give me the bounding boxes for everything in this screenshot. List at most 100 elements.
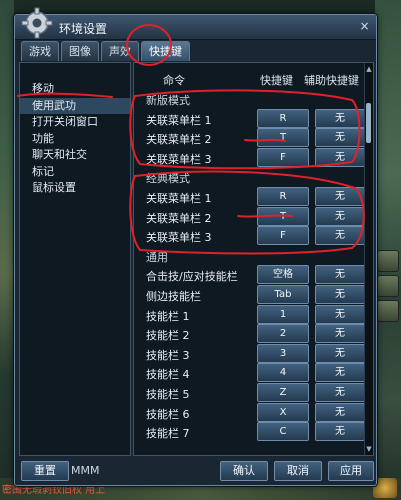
- game-side-icons: [377, 250, 399, 322]
- aux-hotkey-button[interactable]: 无: [315, 422, 365, 442]
- category-item-move[interactable]: 移动: [20, 81, 130, 98]
- hotkey-button[interactable]: R: [257, 108, 309, 128]
- aux-hotkey-button[interactable]: 无: [315, 187, 365, 206]
- hotkey-row: 技能栏 7 C无: [134, 422, 365, 442]
- section-label: 经典模式: [146, 172, 190, 186]
- hotkey-button[interactable]: 1: [257, 304, 309, 324]
- section-header: 经典模式: [134, 167, 363, 187]
- scrollbar-thumb[interactable]: [366, 103, 371, 143]
- close-icon[interactable]: ×: [357, 19, 372, 34]
- category-item-windows[interactable]: 打开关闭窗口: [20, 114, 130, 131]
- column-header-command: 命令: [163, 74, 185, 87]
- aux-hotkey-button[interactable]: 无: [315, 402, 365, 422]
- window-title: 环境设置: [59, 22, 108, 36]
- tab-bar: 游戏 图像 声效 快捷键: [21, 41, 190, 61]
- mmm-label: MMM: [71, 464, 100, 477]
- category-item-markers[interactable]: 标记: [20, 164, 130, 181]
- hotkey-button[interactable]: C: [257, 422, 309, 442]
- hotkey-row: 技能栏 6 X无: [134, 402, 365, 423]
- hotkey-button[interactable]: Tab: [257, 285, 309, 304]
- command-label: 关联菜单栏 2: [146, 133, 212, 147]
- category-item-skills[interactable]: 使用武功: [20, 97, 130, 114]
- aux-hotkey-button[interactable]: 无: [315, 363, 365, 383]
- command-label: 关联菜单栏 2: [146, 211, 212, 225]
- command-label: 技能栏 7: [146, 427, 190, 441]
- section-header: 通用: [134, 246, 363, 266]
- column-header-aux-hotkey: 辅助快捷键: [304, 74, 359, 87]
- reset-button[interactable]: 重置: [21, 461, 69, 481]
- scroll-down-icon[interactable]: ▼: [365, 445, 373, 453]
- category-list: 移动 使用武功 打开关闭窗口 功能 聊天和社交 标记 鼠标设置: [19, 62, 131, 456]
- tab-graphics[interactable]: 图像: [61, 41, 99, 61]
- hotkey-button[interactable]: X: [257, 402, 309, 422]
- command-label: 关联菜单栏 1: [146, 192, 212, 205]
- gear-icon: [21, 7, 53, 39]
- hotkey-button[interactable]: R: [257, 187, 309, 206]
- cancel-button[interactable]: 取消: [274, 461, 322, 481]
- command-label: 关联菜单栏 3: [146, 152, 212, 166]
- hotkey-button[interactable]: 2: [257, 324, 309, 344]
- hotkey-button[interactable]: F: [257, 226, 309, 246]
- aux-hotkey-button[interactable]: 无: [315, 265, 365, 285]
- category-item-mouse[interactable]: 鼠标设置: [20, 180, 130, 197]
- hotkey-button[interactable]: 4: [257, 363, 309, 383]
- apply-button[interactable]: 应用: [328, 461, 374, 481]
- aux-hotkey-button[interactable]: 无: [315, 147, 365, 167]
- aux-hotkey-button[interactable]: 无: [315, 324, 365, 344]
- hotkey-button[interactable]: 3: [257, 343, 309, 363]
- hotkey-row: 关联菜单栏 3 F无: [134, 226, 365, 246]
- command-label: 技能栏 5: [146, 388, 190, 401]
- command-label: 技能栏 1: [146, 309, 190, 323]
- hotkey-button[interactable]: T: [257, 128, 309, 148]
- command-label: 关联菜单栏 1: [146, 113, 212, 127]
- hotkey-button[interactable]: Z: [257, 383, 309, 402]
- tab-hotkeys[interactable]: 快捷键: [141, 41, 190, 61]
- section-label: 新版模式: [146, 94, 190, 107]
- command-label: 关联菜单栏 3: [146, 231, 212, 245]
- command-label: 技能栏 4: [146, 368, 190, 382]
- aux-hotkey-button[interactable]: 无: [315, 383, 365, 402]
- hotkey-row: 关联菜单栏 1 R无: [134, 108, 365, 129]
- hotkey-row: 技能栏 4 4无: [134, 363, 365, 383]
- aux-hotkey-button[interactable]: 无: [315, 108, 365, 128]
- hotkey-row: 关联菜单栏 1 R无: [134, 187, 365, 207]
- title-bar[interactable]: 环境设置 ×: [15, 7, 376, 40]
- command-label: 侧边技能栏: [146, 290, 201, 303]
- category-item-functions[interactable]: 功能: [20, 131, 130, 148]
- hotkey-row: 技能栏 2 2无: [134, 324, 365, 344]
- settings-window: 环境设置 × 游戏 图像 声效 快捷键 移动 使用武功 打开关闭窗口 功能 聊天…: [14, 7, 377, 486]
- section-label: 通用: [146, 250, 168, 264]
- hotkey-list-panel: 命令 快捷键 辅助快捷键 新版模式 关联菜单栏 1 R 无关联菜单栏 2 T 无关联菜单栏…: [133, 62, 374, 456]
- hotkey-row: 技能栏 5 Z无: [134, 383, 365, 403]
- hotkey-button[interactable]: T: [257, 206, 309, 226]
- aux-hotkey-button[interactable]: 无: [315, 285, 365, 304]
- hotkey-button[interactable]: F: [257, 147, 309, 167]
- tab-sound[interactable]: 声效: [101, 41, 139, 61]
- section-header: 新版模式: [134, 89, 363, 109]
- game-background-left: [0, 0, 14, 500]
- hotkey-row: 合击技/应对技能栏 空格无: [134, 265, 365, 285]
- hotkey-row: 关联菜单栏 3 F无: [134, 147, 365, 168]
- column-header-hotkey: 快捷键: [260, 74, 293, 87]
- hotkey-row: 侧边技能栏 Tab 无: [134, 285, 365, 305]
- aux-hotkey-button[interactable]: 无: [315, 226, 365, 246]
- command-label: 技能栏 3: [146, 348, 190, 362]
- hotkey-row: 技能栏 1 1无: [134, 304, 365, 325]
- command-label: 技能栏 2: [146, 329, 190, 343]
- confirm-button[interactable]: 确认: [220, 461, 268, 481]
- hotkey-row: 技能栏 3 3无: [134, 343, 365, 364]
- scrollbar[interactable]: ▲ ▼: [364, 63, 373, 455]
- scroll-up-icon[interactable]: ▲: [365, 65, 373, 73]
- aux-hotkey-button[interactable]: 无: [315, 304, 365, 324]
- game-icon[interactable]: [377, 300, 399, 322]
- game-icon[interactable]: [377, 250, 399, 272]
- aux-hotkey-button[interactable]: 无: [315, 343, 365, 363]
- aux-hotkey-button[interactable]: 无: [315, 128, 365, 148]
- game-icon[interactable]: [377, 275, 399, 297]
- tab-game[interactable]: 游戏: [21, 41, 59, 61]
- category-item-chat-social[interactable]: 聊天和社交: [20, 147, 130, 164]
- aux-hotkey-button[interactable]: 无: [315, 206, 365, 226]
- hotkey-row: 关联菜单栏 2 T无: [134, 128, 365, 148]
- hotkey-button[interactable]: 空格: [257, 265, 309, 285]
- hotkey-row: 关联菜单栏 2 T无: [134, 206, 365, 227]
